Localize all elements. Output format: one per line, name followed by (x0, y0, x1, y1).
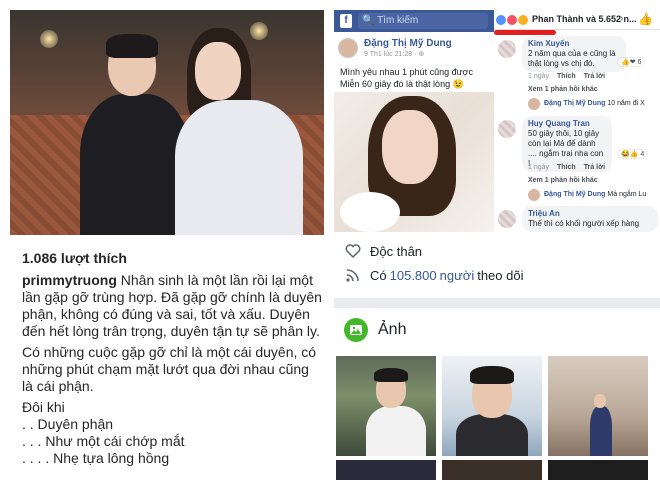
avatar[interactable] (498, 210, 516, 228)
post-author[interactable]: Đặng Thị Mỹ Dung (364, 38, 452, 49)
comment-meta: 1 ngày Thích Trả lời (528, 164, 606, 171)
rss-icon (344, 266, 362, 284)
chevron-right-icon[interactable]: › (620, 13, 623, 24)
avatar[interactable] (498, 40, 516, 58)
photos-icon (344, 318, 368, 342)
avatar[interactable] (528, 189, 540, 201)
comment-reply: Đặng Thị Mỹ Dung 10 năm đi X (544, 100, 645, 107)
highlight-underline (494, 30, 556, 35)
comment-author[interactable]: Triệu An (528, 209, 652, 219)
like-icon[interactable]: 👍 (638, 12, 653, 26)
woman-figure (175, 28, 305, 235)
followers-unit[interactable]: người (440, 268, 475, 283)
followers-row: Có 105.800 người theo dõi (344, 266, 523, 284)
facebook-post-screenshot: f 🔍 Tìm kiếm Đặng Thị Mỹ Dung 9 Th1 lúc … (334, 0, 660, 232)
caption-text: . . Duyên phận (22, 416, 114, 432)
profile-intro: Độc thân Có 105.800 người theo dõi Ảnh (334, 232, 660, 480)
comment-meta: 1 ngày Thích Trả lời (528, 73, 606, 80)
view-more-replies[interactable]: Xem 1 phản hồi khác (528, 177, 598, 184)
couple-photo (10, 10, 324, 235)
search-input[interactable]: 🔍 Tìm kiếm (358, 13, 488, 29)
photo-thumbnail[interactable] (548, 460, 648, 480)
facebook-top-bar: f 🔍 Tìm kiếm (334, 10, 494, 32)
comment-text: Thế thì có khối người xếp hàng (528, 219, 640, 228)
caption-text: . . . Như một cái chớp mắt (22, 433, 185, 449)
reactions-icons (496, 14, 529, 25)
heart-icon (344, 242, 362, 260)
photo-thumbnail[interactable] (336, 460, 436, 480)
avatar[interactable] (338, 38, 358, 58)
followers-prefix: Có (370, 267, 387, 283)
comment-text: 2 năm qua của e cũng là thật lòng vs chị… (528, 49, 616, 68)
post-text: Mình yêu nhau 1 phút cũng được Miễn 60 g… (340, 67, 474, 89)
comment-author[interactable]: Huy Quang Tran (528, 119, 606, 129)
like-link[interactable]: Thích (557, 164, 576, 171)
photos-header[interactable]: Ảnh (344, 318, 406, 342)
post-photo[interactable] (334, 92, 494, 232)
man-figure (70, 34, 190, 235)
caption-username[interactable]: primmytruong (22, 272, 117, 288)
caption-text: Có những cuộc gặp gỡ chỉ là một cái duyê… (22, 344, 317, 394)
reply-link[interactable]: Trả lời (584, 164, 605, 171)
followers-suffix: theo dõi (477, 267, 524, 283)
relationship-row: Độc thân (344, 242, 422, 260)
collage-root: 1.086 lượt thích primmytruong Nhân sinh … (0, 0, 660, 480)
facebook-post: Đặng Thị Mỹ Dung 9 Th1 lúc 21:28 · ⊕ Mìn… (334, 32, 494, 232)
followers-count[interactable]: 105.800 (390, 268, 437, 283)
likes-count[interactable]: 1.086 lượt thích (22, 250, 127, 266)
comment-author[interactable]: Kim Xuyến (528, 39, 620, 49)
relationship-status: Độc thân (370, 243, 423, 259)
comment-text: 50 giây thôi, 10 giây còn lại Má để dành… (528, 129, 604, 168)
reactions-bar[interactable]: Phan Thành và 5.652 n... › 👍 (494, 10, 660, 30)
caption-text: . . . . Nhẹ tựa lông hồng (22, 450, 170, 466)
comment: Triệu An Thế thì có khối người xếp hàng (522, 206, 658, 232)
like-link[interactable]: Thích (557, 73, 576, 80)
photo-grid (336, 356, 660, 480)
reaction-count[interactable]: 👍❤ 6 (618, 58, 645, 66)
comment-reply: Đặng Thị Mỹ Dung Má ngắm Lu (544, 191, 647, 198)
comment: Kim Xuyến 2 năm qua của e cũng là thật l… (522, 36, 626, 72)
photo-thumbnail[interactable] (548, 356, 648, 456)
reply-link[interactable]: Trả lời (584, 73, 605, 80)
comments-panel: Phan Thành và 5.652 n... › 👍 Kim Xuyến 2… (494, 0, 660, 232)
facebook-logo-icon[interactable]: f (340, 14, 352, 28)
background-light (40, 30, 58, 48)
caption-text: Đôi khi (22, 399, 65, 415)
section-divider (334, 298, 660, 308)
avatar[interactable] (528, 98, 540, 110)
photo-thumbnail[interactable] (442, 356, 542, 456)
view-more-replies[interactable]: Xem 1 phản hồi khác (528, 86, 598, 93)
avatar[interactable] (498, 120, 516, 138)
post-caption: primmytruong Nhân sinh là một lần rồi lạ… (22, 272, 322, 467)
post-timestamp[interactable]: 9 Th1 lúc 21:28 · ⊕ (364, 50, 424, 58)
photo-thumbnail[interactable] (336, 356, 436, 456)
reaction-count[interactable]: 😂👍 4 (618, 150, 648, 158)
instagram-post: 1.086 lượt thích primmytruong Nhân sinh … (0, 0, 334, 480)
photos-title: Ảnh (378, 321, 407, 338)
photo-thumbnail[interactable] (442, 460, 542, 480)
